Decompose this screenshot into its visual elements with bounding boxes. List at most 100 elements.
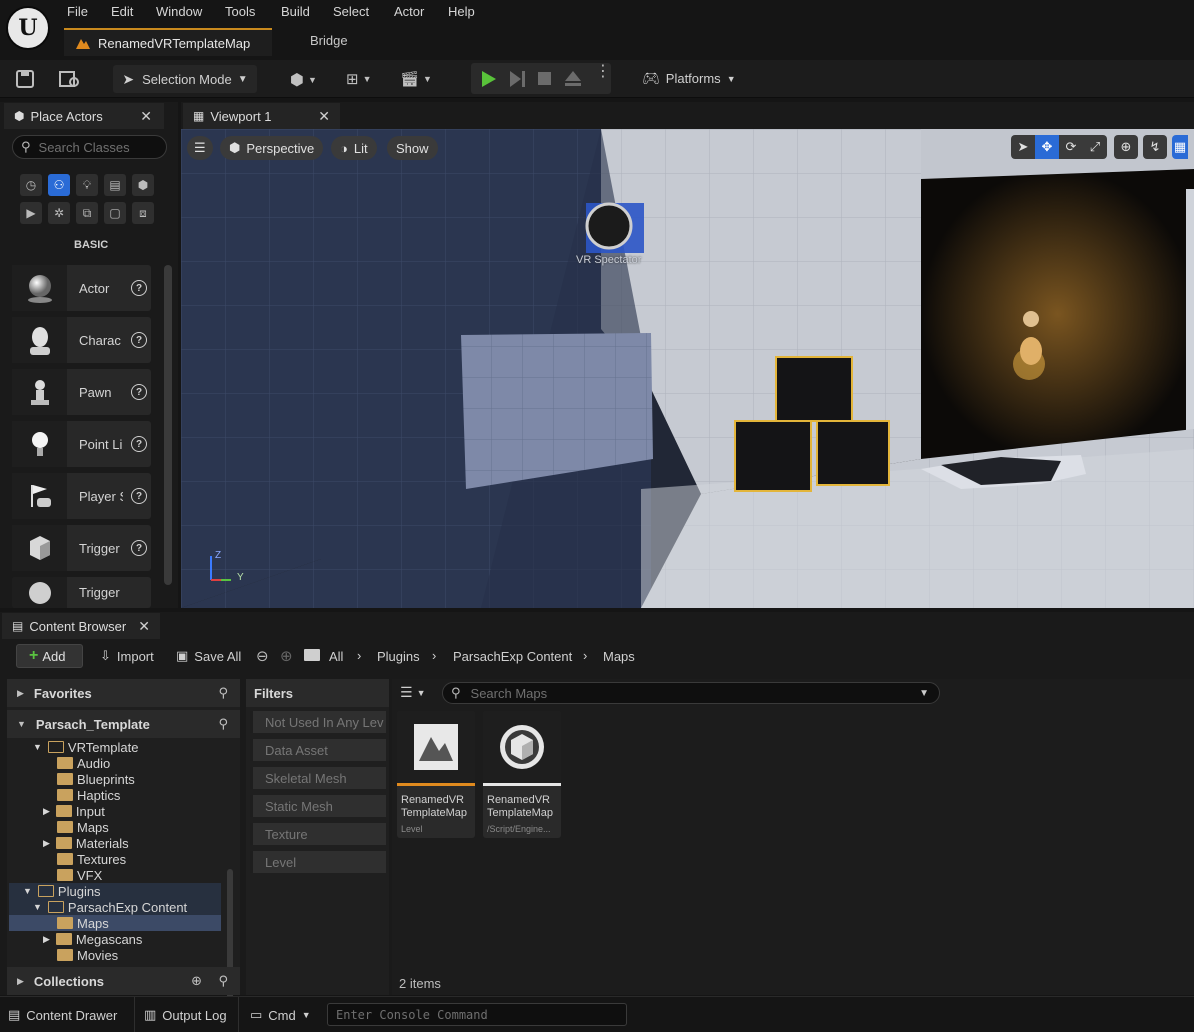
- tree-item-input[interactable]: ▶ Input: [43, 803, 105, 819]
- help-icon[interactable]: ?: [131, 384, 147, 400]
- filter-data-asset[interactable]: Data Asset: [250, 739, 386, 761]
- browse-level-icon[interactable]: [58, 68, 82, 93]
- blueprint-button[interactable]: ⊞ ▼: [346, 70, 372, 88]
- tree-item-materials[interactable]: ▶ Materials: [43, 835, 129, 851]
- add-content-button[interactable]: ⬢ ▼: [290, 70, 317, 90]
- lit-button[interactable]: ◑ Lit: [331, 136, 377, 160]
- viewport-tab[interactable]: ▦ Viewport 1 ✕: [183, 103, 340, 129]
- geometry-icon[interactable]: ⧉: [76, 202, 98, 224]
- tree-item-movies[interactable]: Movies: [57, 947, 118, 963]
- import-button[interactable]: ⇩ Import: [100, 648, 154, 664]
- menu-help[interactable]: Help: [448, 3, 475, 20]
- help-icon[interactable]: ?: [131, 540, 147, 556]
- tree-item-audio[interactable]: Audio: [57, 755, 110, 771]
- actor-item-trigger-sphere[interactable]: Trigger: [12, 577, 151, 608]
- all-classes-icon[interactable]: ▢: [104, 202, 126, 224]
- actor-item-pawn[interactable]: Pawn ?: [12, 369, 151, 415]
- surface-snap-icon[interactable]: ↯: [1143, 135, 1167, 159]
- step-icon[interactable]: [509, 70, 527, 91]
- select-tool-icon[interactable]: ➤: [1011, 135, 1035, 159]
- asset-tile-level[interactable]: RenamedVR TemplateMap Level: [397, 711, 475, 838]
- menu-tools[interactable]: Tools: [225, 3, 255, 20]
- stop-icon[interactable]: [537, 71, 553, 90]
- search-icon[interactable]: ⚲: [218, 716, 228, 732]
- save-all-button[interactable]: ▣ Save All: [176, 648, 241, 664]
- filter-level[interactable]: Level: [250, 851, 386, 873]
- level-scene[interactable]: [181, 129, 1194, 608]
- menu-file[interactable]: File: [67, 3, 88, 20]
- add-button[interactable]: + Add: [16, 644, 83, 668]
- filter-texture[interactable]: Texture: [250, 823, 386, 845]
- place-actors-scrollbar[interactable]: [164, 265, 172, 585]
- basic-category-icon[interactable]: ⚇: [48, 174, 70, 196]
- filter-dropdown[interactable]: ☰ ▼: [400, 684, 425, 701]
- actor-item-player-start[interactable]: Player S ?: [12, 473, 151, 519]
- help-icon[interactable]: ?: [131, 280, 147, 296]
- cinematic-icon[interactable]: ▤: [104, 174, 126, 196]
- help-icon[interactable]: ?: [131, 488, 147, 504]
- asset-tile-built-data[interactable]: RenamedVR TemplateMap /Script/Engine...: [483, 711, 561, 838]
- help-icon[interactable]: ?: [131, 332, 147, 348]
- show-button[interactable]: Show: [387, 136, 438, 160]
- eject-icon[interactable]: [564, 70, 582, 91]
- close-icon[interactable]: ✕: [318, 108, 330, 125]
- tree-item-haptics[interactable]: Haptics: [57, 787, 120, 803]
- tree-item-plugins[interactable]: ▼ Plugins: [9, 883, 221, 899]
- search-icon[interactable]: ⚲: [218, 973, 228, 989]
- menu-edit[interactable]: Edit: [111, 3, 133, 20]
- selection-mode-dropdown[interactable]: ➤ Selection Mode ▼: [113, 65, 257, 93]
- history-forward-icon[interactable]: ⊕: [280, 647, 293, 665]
- tab-bridge[interactable]: Bridge: [310, 33, 348, 48]
- filter-skeletal-mesh[interactable]: Skeletal Mesh: [250, 767, 386, 789]
- rotate-tool-icon[interactable]: ⟳: [1059, 135, 1083, 159]
- tree-item-maps-selected[interactable]: Maps: [9, 915, 221, 931]
- more-options-icon[interactable]: ⋮: [595, 64, 611, 80]
- history-back-icon[interactable]: ⊖: [256, 647, 269, 665]
- platforms-dropdown[interactable]: 🎮︎ Platforms ▼: [642, 70, 736, 87]
- world-space-icon[interactable]: ⊕: [1114, 135, 1138, 159]
- output-log-button[interactable]: ▥ Output Log: [144, 1007, 227, 1023]
- cinematics-button[interactable]: 🎬︎ ▼: [400, 70, 432, 88]
- tree-item-textures[interactable]: Textures: [57, 851, 126, 867]
- tree-item-parsachexp-content[interactable]: ▼ ParsachExp Content: [9, 899, 221, 915]
- search-classes-input[interactable]: ⚲ Search Classes: [12, 135, 167, 159]
- actor-item-point-light[interactable]: Point Li ?: [12, 421, 151, 467]
- close-icon[interactable]: ✕: [140, 108, 152, 125]
- viewport-options-button[interactable]: ☰: [187, 136, 213, 160]
- play-icon[interactable]: [481, 70, 497, 91]
- perspective-button[interactable]: ⬢ Perspective: [220, 136, 324, 160]
- tree-item-maps[interactable]: Maps: [57, 819, 109, 835]
- menu-build[interactable]: Build: [281, 3, 310, 20]
- project-header[interactable]: ▼ Parsach_Template ⚲: [7, 710, 240, 738]
- add-collection-icon[interactable]: ⊕: [191, 973, 202, 989]
- tree-item-vrtemplate[interactable]: ▼ VRTemplate: [33, 741, 139, 755]
- cmd-dropdown[interactable]: ▭ Cmd ▼: [250, 1007, 311, 1023]
- breadcrumb-parsachexp-content[interactable]: ParsachExp Content: [453, 649, 572, 664]
- help-icon[interactable]: ?: [131, 436, 147, 452]
- lights-icon[interactable]: 💡︎: [76, 174, 98, 196]
- console-command-input[interactable]: Enter Console Command: [327, 1003, 627, 1026]
- menu-select[interactable]: Select: [333, 3, 369, 20]
- chevron-down-icon[interactable]: ▼: [919, 688, 929, 699]
- tree-item-megascans[interactable]: ▶ Megascans: [43, 931, 142, 947]
- grid-snap-icon[interactable]: ▦: [1172, 135, 1188, 159]
- tab-level-map[interactable]: RenamedVRTemplateMap: [64, 28, 272, 56]
- media-icon[interactable]: ▶: [20, 202, 42, 224]
- place-actors-tab[interactable]: ⬢ Place Actors ✕: [4, 103, 164, 129]
- breadcrumb-maps[interactable]: Maps: [603, 649, 635, 664]
- recent-icon[interactable]: ◷: [20, 174, 42, 196]
- filter-static-mesh[interactable]: Static Mesh: [250, 795, 386, 817]
- shapes-icon[interactable]: ⧈: [132, 202, 154, 224]
- scale-tool-icon[interactable]: ⤢: [1083, 135, 1107, 159]
- search-maps-input[interactable]: ⚲ Search Maps ▼: [442, 682, 940, 704]
- tree-item-vfx[interactable]: VFX: [57, 867, 102, 883]
- save-icon[interactable]: [14, 68, 36, 93]
- content-browser-tab[interactable]: ▤ Content Browser ✕: [2, 613, 160, 639]
- search-icon[interactable]: ⚲: [218, 685, 228, 701]
- chevron-right-icon[interactable]: ›: [583, 648, 587, 663]
- close-icon[interactable]: ✕: [138, 618, 150, 635]
- breadcrumb-all[interactable]: All: [329, 649, 343, 664]
- chevron-right-icon[interactable]: ›: [432, 648, 436, 663]
- visual-effects-icon[interactable]: ⬢: [132, 174, 154, 196]
- actor-item-actor[interactable]: Actor ?: [12, 265, 151, 311]
